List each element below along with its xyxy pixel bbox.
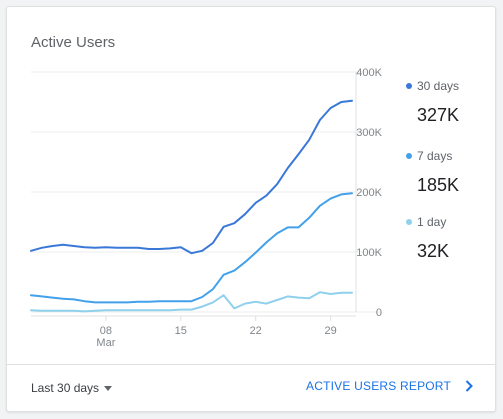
y-tick-label: 0 (376, 307, 382, 319)
active-users-card: Active Users 0 100K 200K 300K 400K 08 Mar 15 22… (6, 6, 496, 412)
legend-label: 1 day (417, 215, 447, 229)
legend-dot-icon (406, 219, 412, 225)
legend-item-30-days: 30 days 327K (406, 79, 490, 126)
legend-dot-icon (406, 83, 412, 89)
x-tick-label: 08 (100, 325, 112, 337)
date-range-label: Last 30 days (31, 381, 100, 395)
caret-down-icon (104, 386, 113, 391)
legend-value: 327K (417, 105, 460, 125)
y-tick-label: 400K (356, 67, 382, 79)
footer-divider (7, 364, 495, 365)
y-axis: 0 100K 200K 300K 400K (356, 67, 382, 319)
report-link-label: ACTIVE USERS REPORT (306, 379, 451, 393)
active-users-report-link[interactable]: ACTIVE USERS REPORT (306, 379, 473, 393)
x-tick-sublabel: Mar (96, 337, 115, 349)
series-line-30-days (30, 99, 353, 255)
series-line-7-days (30, 192, 353, 304)
y-tick-label: 100K (356, 247, 382, 259)
legend-dot-icon (406, 153, 412, 159)
legend-label: 30 days (417, 79, 460, 93)
legend-value: 32K (417, 241, 450, 261)
x-tick-label: 15 (175, 325, 187, 337)
chevron-right-icon (465, 380, 473, 392)
y-tick-label: 200K (356, 187, 382, 199)
legend-value: 185K (417, 175, 460, 195)
legend-item-1-day: 1 day 32K (406, 215, 490, 262)
legend-label: 7 days (417, 149, 453, 163)
legend-item-7-days: 7 days 185K (406, 149, 490, 196)
y-tick-label: 300K (356, 127, 382, 139)
x-tick-label: 29 (324, 325, 336, 337)
date-range-dropdown[interactable]: Last 30 days (31, 381, 113, 395)
x-tick-label: 22 (250, 325, 262, 337)
x-axis: 08Mar 15 22 29 (96, 316, 337, 349)
